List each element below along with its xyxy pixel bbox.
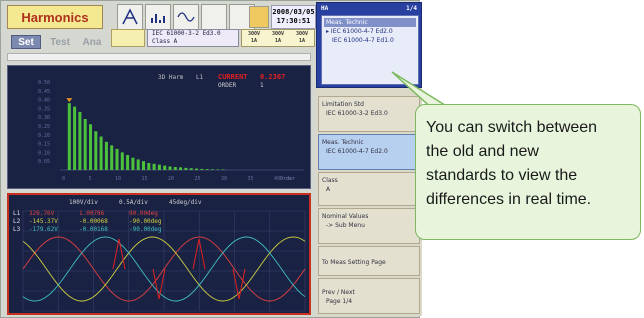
callout-pointer-mask [420, 111, 455, 114]
